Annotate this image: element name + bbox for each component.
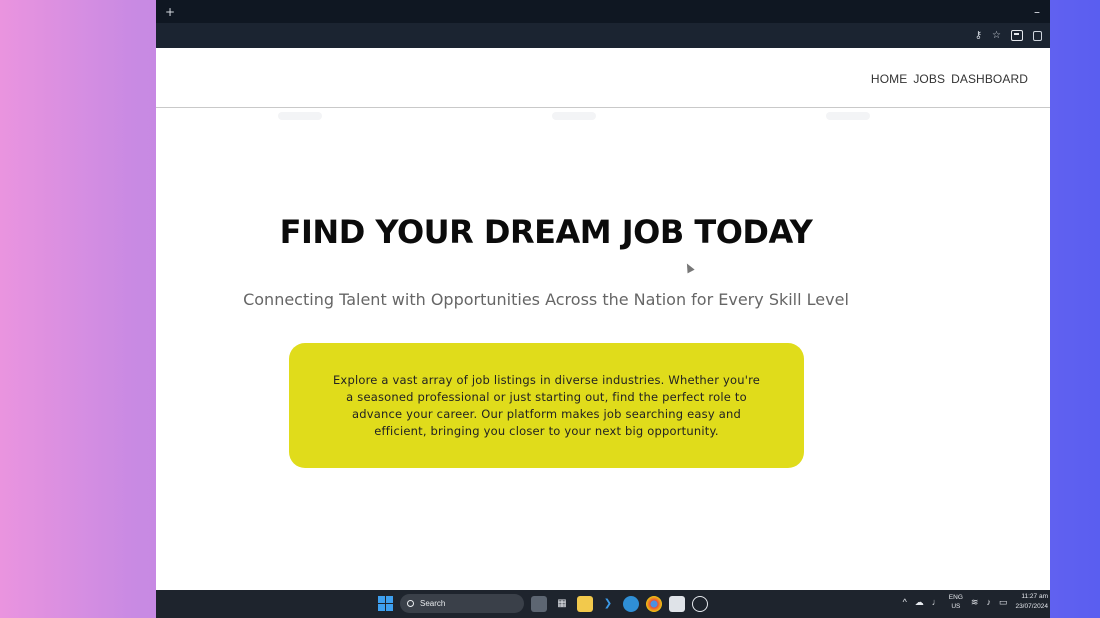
intro-card: Explore a vast array of job listings in … [289,343,804,468]
nav-jobs-link[interactable]: JOBS [913,72,945,86]
mouse-cursor-icon [683,261,695,274]
hero-title: FIND YOUR DREAM JOB TODAY [279,213,813,251]
faint-placeholder [278,112,322,120]
chrome-icon[interactable] [646,595,662,612]
store-icon[interactable] [669,595,685,612]
hero-subtitle: Connecting Talent with Opportunities Acr… [243,290,849,309]
start-icon[interactable] [378,596,393,611]
puzzle-icon[interactable] [1033,30,1042,41]
battery-icon[interactable]: ▭ [999,597,1008,607]
microphone-icon[interactable]: ♩ [932,597,941,607]
navbar: HOME JOBS DASHBOARD [156,48,1050,108]
star-icon[interactable]: ☆ [992,30,1001,41]
web-page: HOME JOBS DASHBOARD FIND YOUR DREAM JOB … [156,48,1050,590]
extension-icon[interactable] [1011,30,1023,41]
task-view-icon[interactable] [531,595,547,612]
faint-placeholder [552,112,596,120]
screen: + – ⚷ ☆ HOME JOBS DASHBOARD FIND YOUR DR… [156,0,1050,618]
faint-placeholder [826,112,870,120]
volume-icon[interactable]: ♪ [986,597,991,607]
cloud-icon[interactable]: ☁ [915,597,924,607]
edge-icon[interactable] [623,595,639,612]
taskbar-search-label: Search [420,599,446,608]
nav-dashboard-link[interactable]: DASHBOARD [951,72,1028,86]
taskbar-apps: Search ▦ ❯ [378,594,708,613]
search-icon [407,600,414,607]
system-tray: ^ ☁ ♩ ENG US ≋ ♪ ▭ 11:27 am 23/07/2024 [903,592,1050,612]
nav-links: HOME JOBS DASHBOARD [871,72,1028,86]
media-icon[interactable]: ▦ [554,596,570,612]
file-explorer-icon[interactable] [577,595,593,612]
desktop-frame: + – ⚷ ☆ HOME JOBS DASHBOARD FIND YOUR DR… [0,0,1100,618]
nav-home-link[interactable]: HOME [871,72,907,86]
vscode-icon[interactable]: ❯ [600,596,616,612]
intro-card-text: Explore a vast array of job listings in … [332,372,761,438]
browser-toolbar: ⚷ ☆ [156,23,1050,48]
taskbar: Search ▦ ❯ ^ ☁ ♩ ENG US ≋ ♪ ▭ 11:27 am 2… [156,590,1050,618]
chevron-up-icon[interactable]: ^ [903,597,907,607]
language-indicator[interactable]: ENG US [949,593,963,611]
wifi-icon[interactable]: ≋ [971,597,979,607]
minimize-button[interactable]: – [1034,6,1040,18]
new-tab-button[interactable]: + [165,6,175,18]
taskbar-search[interactable]: Search [400,594,524,613]
app-icon[interactable] [692,595,708,612]
clock[interactable]: 11:27 am 23/07/2024 [1015,592,1050,612]
tab-strip: + – [156,0,1050,23]
key-icon[interactable]: ⚷ [975,30,982,41]
